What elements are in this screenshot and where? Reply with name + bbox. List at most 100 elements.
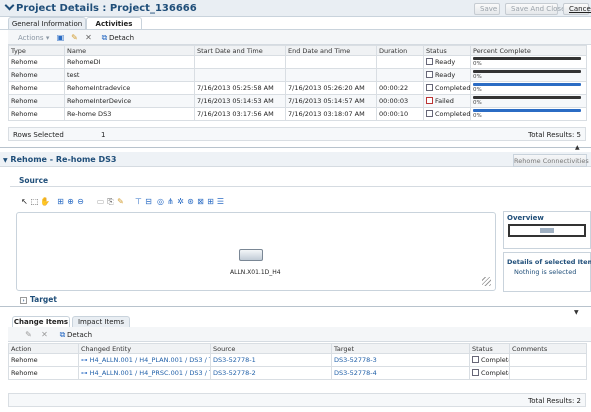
- device-node-icon[interactable]: [239, 249, 263, 261]
- splitter[interactable]: [0, 306, 591, 307]
- cell-percent-complete: 0%: [470, 94, 587, 108]
- cell-status: Completed: [423, 107, 471, 121]
- table-row[interactable]: Rehome ⊶ H4_ALLN.001 / H4_PRSC.001 / DS3 …: [8, 366, 587, 380]
- layout-hierarchy-icon[interactable]: ⋔: [166, 197, 175, 206]
- cell-status: Completed: [423, 81, 471, 95]
- cell-end: [285, 55, 377, 69]
- cell-target[interactable]: DS3-52778-4: [331, 366, 470, 380]
- cell-duration: [376, 55, 424, 69]
- target-section[interactable]: › Target: [20, 295, 57, 304]
- cell-target[interactable]: DS3-52778-3: [331, 353, 470, 367]
- table-row[interactable]: Rehome ⊶ H4_ALLN.001 / H4_PLAN.001 / DS3 …: [8, 353, 587, 367]
- column-header[interactable]: Type: [8, 45, 65, 56]
- export-icon[interactable]: ⎘: [106, 197, 115, 206]
- splitter[interactable]: [0, 147, 591, 148]
- delete-icon[interactable]: ✕: [84, 33, 93, 42]
- layout-tree-icon[interactable]: ⊤: [134, 197, 143, 206]
- table-row[interactable]: Rehome RehomeInterDevice 7/16/2013 05:14:5…: [8, 94, 587, 108]
- total-results: Total Results: 5: [528, 131, 581, 139]
- progress-bar: [473, 83, 581, 86]
- table-row[interactable]: Rehome RehomeDI Ready 0%: [8, 55, 587, 69]
- cancel-button[interactable]: Cancel: [563, 3, 591, 15]
- cell-start: 7/16/2013 05:25:58 AM: [194, 81, 286, 95]
- table-row[interactable]: Rehome Re-home DS3 7/16/2013 03:17:56 AM 7/…: [8, 107, 587, 121]
- column-header[interactable]: Status: [423, 45, 471, 56]
- edit-icon[interactable]: ✎: [24, 330, 33, 339]
- status-icon: [472, 356, 479, 363]
- graph-toolbar: ↖ ⬚ ✋ ⊞ ⊕ ⊖ ▭ ⎘ ✎ ⊤ ⊟ ◎ ⋔ ✲ ⊛ ⊠ ⊞ ☰: [18, 196, 278, 208]
- detach-button[interactable]: ⧉ Detach: [100, 33, 134, 44]
- layout-grid-icon[interactable]: ⊟: [144, 197, 153, 206]
- cell-type: Rehome: [8, 107, 65, 121]
- layout-list-icon[interactable]: ☰: [216, 197, 225, 206]
- delete-icon[interactable]: ✕: [40, 330, 49, 339]
- rehome-connectivities-button[interactable]: Rehome Connectivities: [513, 154, 589, 167]
- save-button[interactable]: Save: [474, 3, 500, 15]
- cell-percent-complete: 0%: [470, 81, 587, 95]
- column-header[interactable]: Source: [210, 343, 332, 354]
- cell-name: test: [64, 68, 195, 82]
- table-row[interactable]: Rehome RehomeIntradevice 7/16/2013 05:25:5…: [8, 81, 587, 95]
- column-header[interactable]: End Date and Time: [285, 45, 377, 56]
- edit-icon[interactable]: ✎: [116, 197, 125, 206]
- cell-source[interactable]: DS3-52778-1: [210, 353, 332, 367]
- collapse-icon[interactable]: [4, 0, 15, 11]
- layout-circle-icon[interactable]: ◎: [156, 197, 165, 206]
- layout-matrix-icon[interactable]: ⊠: [196, 197, 205, 206]
- change-table-wrap: Action Changed Entity Source Target Status Co…: [8, 343, 587, 380]
- layout-force-icon[interactable]: ⊛: [186, 197, 195, 206]
- layout-table-icon[interactable]: ⊞: [206, 197, 215, 206]
- zoom-fit-icon[interactable]: ⊞: [56, 197, 65, 206]
- column-header[interactable]: Status: [469, 343, 510, 354]
- progress-bar: [473, 96, 581, 99]
- status-text: Completed: [435, 110, 471, 118]
- cell-end: 7/16/2013 05:14:57 AM: [285, 94, 377, 108]
- marquee-select-icon[interactable]: ⬚: [30, 197, 39, 206]
- column-header[interactable]: Action: [8, 343, 79, 354]
- tab-impact-items[interactable]: Impact Items: [72, 316, 130, 327]
- pointer-icon[interactable]: ↖: [20, 197, 29, 206]
- layout-radial-icon[interactable]: ✲: [176, 197, 185, 206]
- cell-source[interactable]: DS3-52778-2: [210, 366, 332, 380]
- print-icon[interactable]: ▭: [96, 197, 105, 206]
- add-icon[interactable]: ▣: [56, 33, 65, 42]
- splitter-up-icon[interactable]: ▲: [575, 144, 580, 151]
- change-detach-button[interactable]: ⧉ Detach: [58, 330, 92, 341]
- resize-grip-icon[interactable]: [482, 277, 491, 286]
- splitter-down-icon[interactable]: ▼: [574, 309, 579, 316]
- selected-item-panel: Details of selected Item Nothing is sele…: [503, 252, 591, 292]
- rows-selected-label: Rows Selected: [13, 131, 64, 139]
- column-header[interactable]: Name: [64, 45, 195, 56]
- progress-text: 0%: [473, 87, 482, 93]
- column-header[interactable]: Target: [331, 343, 470, 354]
- save-and-close-button[interactable]: Save And Close: [505, 3, 565, 15]
- detail-title[interactable]: ▼ Rehome - Re-home DS3: [3, 155, 116, 164]
- failed-status-icon: [426, 97, 433, 104]
- cell-end: 7/16/2013 05:26:20 AM: [285, 81, 377, 95]
- cell-changed-entity[interactable]: ⊶ H4_ALLN.001 / H4_PLAN.001 / DS3 / T3 /: [78, 353, 211, 367]
- column-header[interactable]: Changed Entity: [78, 343, 211, 354]
- actions-menu[interactable]: Actions ▾: [18, 33, 49, 44]
- progress-bar: [473, 70, 581, 73]
- edit-icon[interactable]: ✎: [70, 33, 79, 42]
- zoom-out-icon[interactable]: ⊖: [76, 197, 85, 206]
- column-header[interactable]: Start Date and Time: [194, 45, 286, 56]
- overview-viewport[interactable]: [508, 224, 586, 237]
- zoom-in-icon[interactable]: ⊕: [66, 197, 75, 206]
- progress-text: 0%: [473, 61, 482, 67]
- cell-duration: 00:00:10: [376, 107, 424, 121]
- pan-hand-icon[interactable]: ✋: [40, 197, 50, 206]
- table-row[interactable]: Rehome test Ready 0%: [8, 68, 587, 82]
- tab-change-items[interactable]: Change Items: [12, 316, 70, 327]
- topology-canvas[interactable]: ALLN.X01.1D_H4: [16, 212, 496, 291]
- column-header[interactable]: Duration: [376, 45, 424, 56]
- cell-start: 7/16/2013 03:17:56 AM: [194, 107, 286, 121]
- target-label: Target: [30, 295, 57, 304]
- cell-name: Re-home DS3: [64, 107, 195, 121]
- cell-duration: 00:00:03: [376, 94, 424, 108]
- column-header[interactable]: Comments: [509, 343, 587, 354]
- cell-status: Complete: [469, 366, 510, 380]
- column-header[interactable]: Percent Complete: [470, 45, 587, 56]
- cell-changed-entity[interactable]: ⊶ H4_ALLN.001 / H4_PRSC.001 / DS3 / T3 /: [78, 366, 211, 380]
- cell-start: [194, 55, 286, 69]
